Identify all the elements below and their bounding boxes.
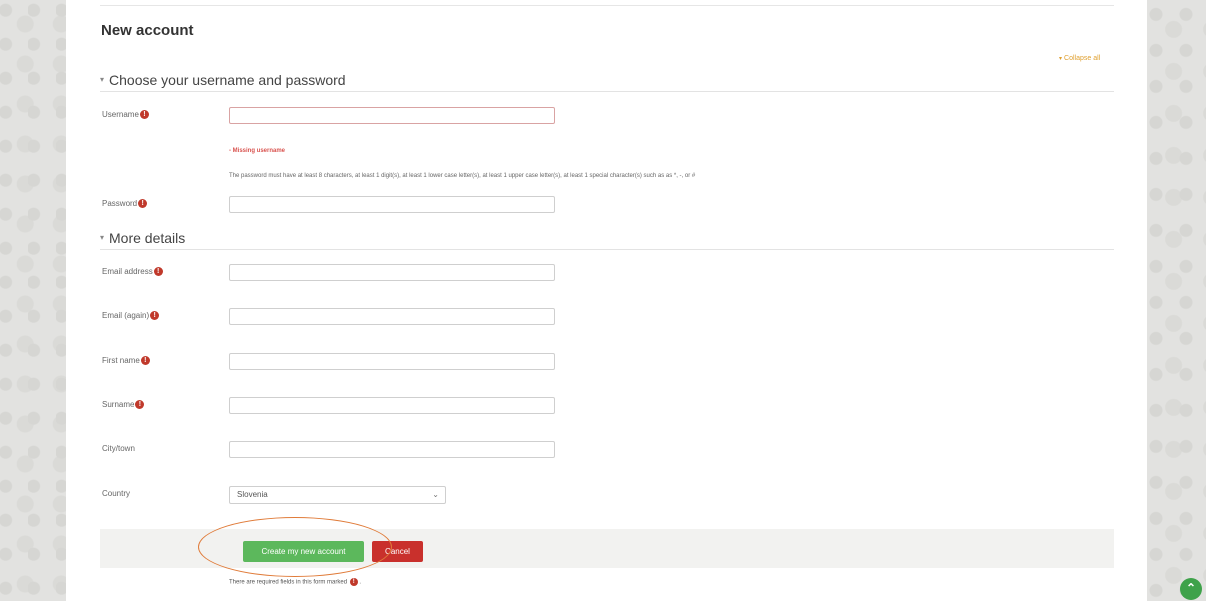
username-error-message: - Missing username	[229, 148, 286, 154]
section-details-title: More details	[109, 229, 186, 246]
create-account-button[interactable]: Create my new account	[243, 541, 364, 562]
background-pattern-right	[1147, 0, 1206, 601]
surname-label: Surname!	[102, 400, 145, 410]
section-credentials-header[interactable]: ▾ Choose your username and password	[100, 71, 1114, 92]
required-icon: !	[140, 356, 150, 366]
required-fields-note: There are required fields in this form m…	[229, 578, 362, 586]
section-credentials-title: Choose your username and password	[109, 71, 346, 88]
email-again-label: Email (again)!	[102, 311, 160, 321]
background-pattern-left	[0, 0, 66, 601]
first-name-label: First name!	[102, 356, 150, 366]
password-input[interactable]	[229, 196, 555, 213]
country-selected-value: Slovenia	[237, 490, 268, 499]
required-icon: !	[349, 578, 358, 586]
section-details-header[interactable]: ▾ More details	[100, 229, 1114, 250]
password-policy-text: The password must have at least 8 charac…	[229, 173, 696, 179]
chevron-down-icon: ⌄	[432, 490, 439, 499]
email-input[interactable]	[229, 264, 555, 281]
required-icon: !	[135, 400, 145, 410]
required-icon: !	[150, 311, 160, 321]
surname-input[interactable]	[229, 397, 555, 414]
top-divider	[100, 5, 1114, 6]
city-label: City/town	[102, 444, 135, 453]
section-caret-icon: ▾	[100, 75, 105, 85]
country-select[interactable]: Slovenia ⌄	[229, 486, 446, 504]
email-label: Email address!	[102, 267, 163, 277]
email-again-input[interactable]	[229, 308, 555, 325]
required-icon: !	[153, 267, 163, 277]
required-icon: !	[139, 110, 149, 120]
country-label: Country	[102, 489, 131, 498]
cancel-button[interactable]: Cancel	[372, 541, 423, 562]
section-caret-icon: ▾	[100, 233, 105, 243]
collapse-all-label: Collapse all	[1064, 55, 1101, 62]
username-label: Username!	[102, 110, 149, 120]
collapse-caret-icon: ▾	[1059, 56, 1063, 62]
password-label: Password!	[102, 199, 148, 209]
signup-form-page: New account ▾ Collapse all ▾ Choose your u…	[66, 0, 1147, 601]
city-input[interactable]	[229, 441, 555, 458]
required-icon: !	[138, 199, 148, 209]
username-input[interactable]	[229, 107, 555, 124]
page-title: New account	[101, 22, 194, 39]
collapse-all-link[interactable]: ▾ Collapse all	[1059, 55, 1100, 62]
first-name-input[interactable]	[229, 353, 555, 370]
scroll-to-top-icon[interactable]: ⌃	[1180, 578, 1202, 600]
